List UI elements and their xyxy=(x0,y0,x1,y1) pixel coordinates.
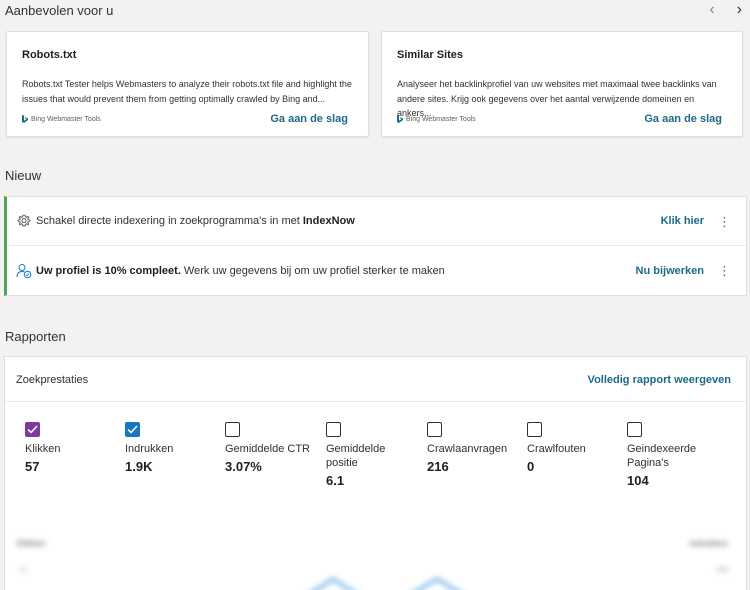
metric-label: Crawlaanvragen xyxy=(427,443,508,455)
metric-crawl-requests: Crawlaanvragen 216 xyxy=(427,422,522,474)
news-list: Schakel directe indexering in zoekprogra… xyxy=(4,196,747,296)
metric-crawl-errors: Crawlfouten 0 xyxy=(527,422,622,474)
metric-label: Klikken xyxy=(25,443,61,455)
metric-value: 57 xyxy=(25,459,40,474)
metric-value: 0 xyxy=(527,459,535,474)
carousel-nav: ‹ › xyxy=(709,1,742,19)
metric-value: 216 xyxy=(427,459,449,474)
news-text-bold: Uw profiel is 10% compleet. xyxy=(36,264,181,277)
metric-checkbox[interactable] xyxy=(627,422,642,437)
full-report-link[interactable]: Volledig rapport weergeven xyxy=(588,374,731,386)
metric-checkbox[interactable] xyxy=(427,422,442,437)
metric-value: 6.1 xyxy=(326,473,345,488)
chevron-left-icon[interactable]: ‹ xyxy=(709,1,714,19)
checkmark-icon xyxy=(127,425,138,434)
card-description: Robots.txt Tester helps Webmasters to an… xyxy=(22,79,352,104)
metric-value: 104 xyxy=(627,473,649,488)
get-started-button[interactable]: Ga aan de slag xyxy=(270,113,348,125)
recommendation-card-robots: Robots.txt Robots.txt Tester helps Webma… xyxy=(6,31,369,137)
impressions-line xyxy=(313,577,353,590)
metric-label: Gemiddelde CTR xyxy=(225,443,310,455)
recommended-title: Aanbevolen voor u xyxy=(5,3,114,18)
get-started-button[interactable]: Ga aan de slag xyxy=(644,113,722,125)
search-performance-card: Zoekprestaties Volledig rapport weergeve… xyxy=(4,356,747,590)
recommendation-card-similar-sites: Similar Sites Analyseer het backlinkprof… xyxy=(381,31,743,137)
profile-icon xyxy=(16,263,32,279)
news-text-prefix: Schakel directe indexering in zoekprogra… xyxy=(36,215,303,227)
bing-logo-icon xyxy=(397,115,403,123)
metric-label: Indrukken xyxy=(125,443,174,455)
metric-impressions: Indrukken 1.9K xyxy=(125,422,220,474)
metric-checkbox[interactable] xyxy=(527,422,542,437)
metric-average-position: Gemiddelde positie 6.1 xyxy=(326,422,421,488)
metric-label: Geindexeerde Pagina's xyxy=(627,443,697,469)
metric-value: 1.9K xyxy=(125,459,153,474)
gear-icon xyxy=(16,213,32,229)
metric-value: 3.07% xyxy=(225,459,262,474)
card-title: Robots.txt xyxy=(22,49,77,61)
news-item-indexnow: Schakel directe indexering in zoekprogra… xyxy=(7,197,746,246)
card-title: Similar Sites xyxy=(397,49,464,61)
more-options-icon[interactable]: ⋮ xyxy=(718,264,731,277)
metric-checkbox[interactable] xyxy=(225,422,240,437)
metric-average-ctr: Gemiddelde CTR 3.07% xyxy=(225,422,320,474)
reports-title: Rapporten xyxy=(5,329,66,344)
report-card-title: Zoekprestaties xyxy=(16,374,89,386)
performance-chart: Klikken Indrukken 10 300 xyxy=(5,527,746,590)
card-brand: Bing Webmaster Tools xyxy=(397,115,476,123)
click-here-link[interactable]: Klik hier xyxy=(661,215,704,227)
news-text-bold: IndexNow xyxy=(302,215,355,227)
news-text: Schakel directe indexering in zoekprogra… xyxy=(36,215,355,227)
card-brand-label: Bing Webmaster Tools xyxy=(406,115,476,123)
chevron-right-icon[interactable]: › xyxy=(737,1,742,19)
metric-checkbox[interactable] xyxy=(125,422,140,437)
chart-lines xyxy=(313,577,459,590)
update-now-link[interactable]: Nu bijwerken xyxy=(636,265,704,277)
news-text-suffix: Werk uw gegevens bij om uw profiel sterk… xyxy=(180,264,445,277)
metric-indexed-pages: Geindexeerde Pagina's 104 xyxy=(627,422,722,488)
checkmark-icon xyxy=(27,425,38,434)
metric-clicks: Klikken 57 xyxy=(25,422,120,474)
metric-checkbox[interactable] xyxy=(326,422,341,437)
news-title: Nieuw xyxy=(5,168,42,183)
news-text: Uw profiel is 10% compleet. Werk uw gege… xyxy=(36,265,445,277)
impressions-line xyxy=(415,577,459,590)
metric-label: Crawlfouten xyxy=(527,443,586,455)
metric-checkbox[interactable] xyxy=(25,422,40,437)
news-item-profile: Uw profiel is 10% compleet. Werk uw gege… xyxy=(7,246,746,295)
more-options-icon[interactable]: ⋮ xyxy=(718,215,731,228)
card-brand-label: Bing Webmaster Tools xyxy=(31,115,101,123)
card-brand: Bing Webmaster Tools xyxy=(22,115,101,123)
bing-logo-icon xyxy=(22,115,28,123)
report-header: Zoekprestaties Volledig rapport weergeve… xyxy=(5,357,746,402)
metric-label: Gemiddelde positie xyxy=(326,443,386,469)
